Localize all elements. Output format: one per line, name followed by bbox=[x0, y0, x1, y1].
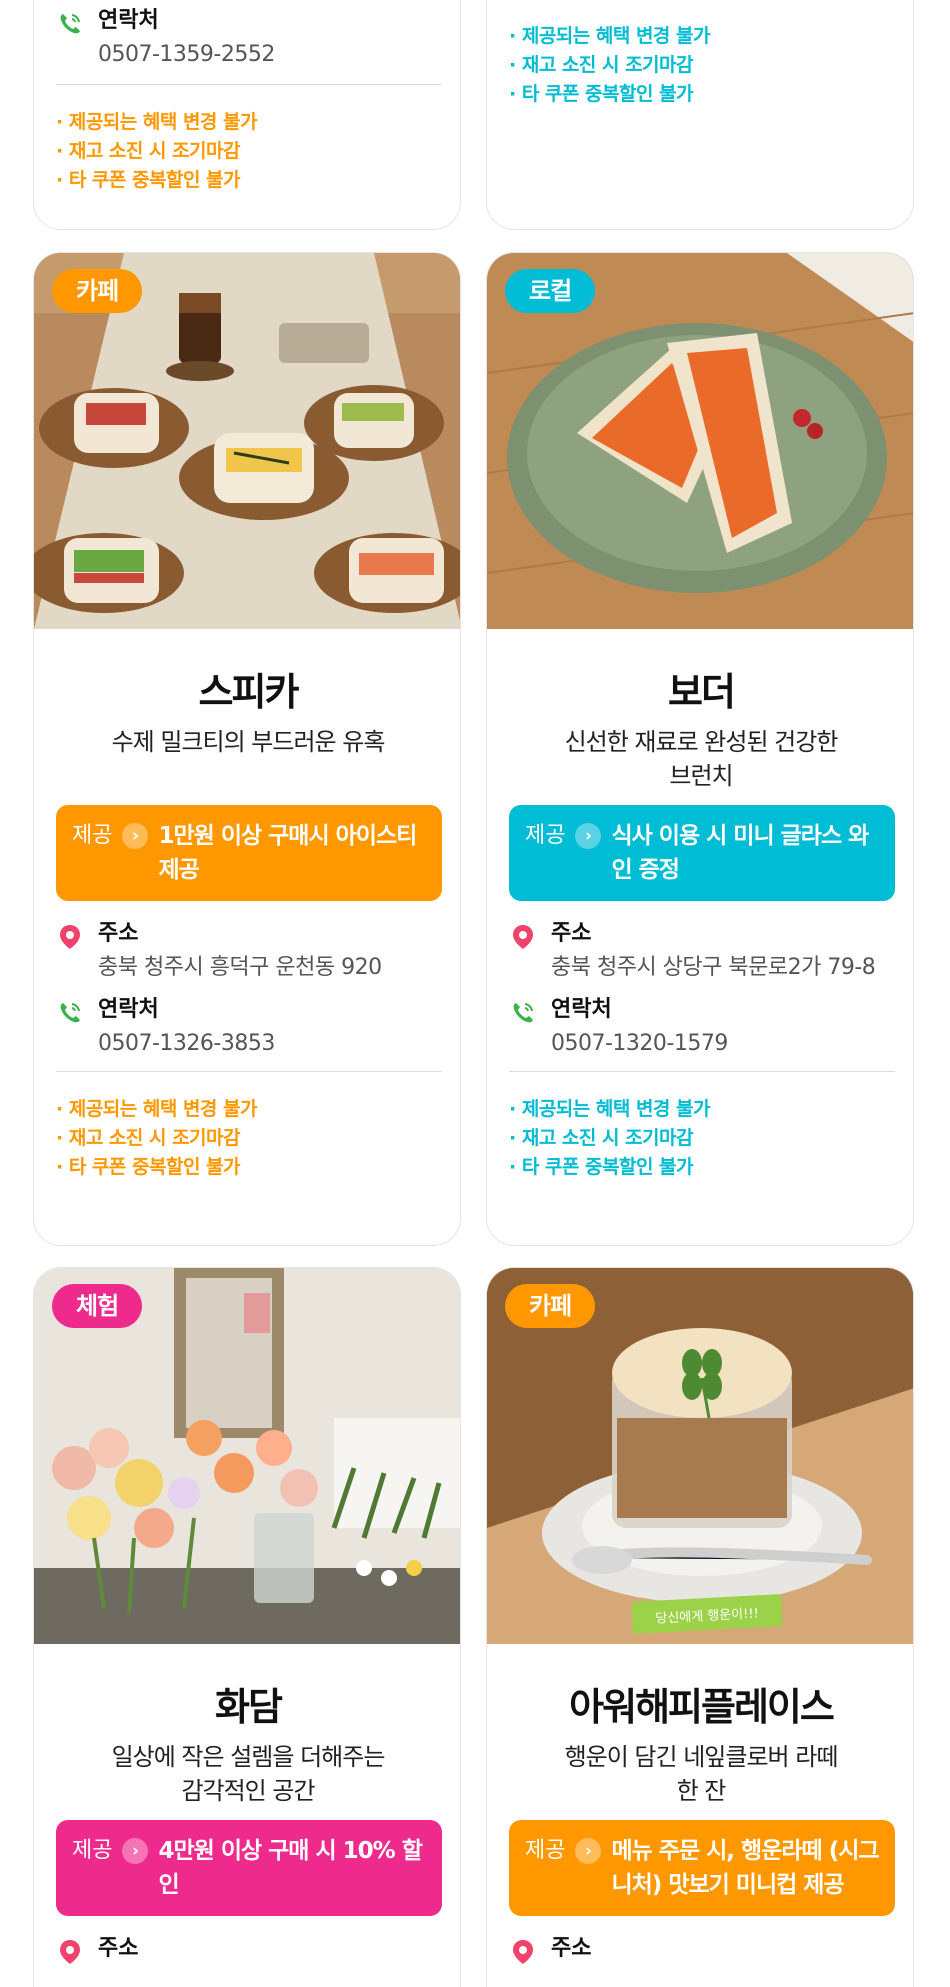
contact-label: 연락처 bbox=[98, 997, 159, 1022]
store-card-spica[interactable]: 카페 스피카 수제 밀크티의 부드러운 유혹 제공 › 1만원 이상 구매시 아… bbox=[33, 252, 461, 1246]
category-tag: 체험 bbox=[52, 1284, 143, 1328]
offer-text: 식사 이용 시 미니 글라스 와인 증정 bbox=[611, 823, 869, 883]
offer-text: 메뉴 주문 시, 행운라떼 (시그니처) 맛보기 미니컵 제공 bbox=[611, 1838, 879, 1898]
store-name: 보더 bbox=[668, 670, 736, 714]
store-name: 스피카 bbox=[198, 670, 300, 714]
note-item: · 타 쿠폰 중복할인 불가 bbox=[509, 1156, 694, 1178]
divider bbox=[56, 1071, 442, 1072]
notes-list: · 제공되는 혜택 변경 불가 · 재고 소진 시 조기마감 · 타 쿠폰 중복… bbox=[56, 1095, 442, 1182]
contact-label: 연락처 bbox=[98, 8, 159, 33]
offer-label: 제공 bbox=[525, 1838, 566, 1863]
store-card-top-left[interactable]: 연락처 0507-1359-2552 · 제공되는 혜택 변경 불가 · 재고 … bbox=[33, 0, 461, 230]
divider bbox=[56, 84, 442, 85]
location-pin-icon bbox=[60, 925, 80, 949]
note-item: · 제공되는 혜택 변경 불가 bbox=[56, 1098, 257, 1120]
store-card-hwadam[interactable]: 체험 화담 일상에 작은 설렘을 더해주는 감각적인 공간 제공 › 4만원 이… bbox=[33, 1267, 461, 1987]
store-card-top-right[interactable]: · 제공되는 혜택 변경 불가 · 재고 소진 시 조기마감 · 타 쿠폰 중복… bbox=[486, 0, 914, 230]
store-name: 화담 bbox=[215, 1685, 283, 1729]
address-label: 주소 bbox=[551, 1936, 592, 1961]
note-item: · 제공되는 혜택 변경 불가 bbox=[56, 111, 257, 133]
note-item: · 제공되는 혜택 변경 불가 bbox=[509, 1098, 710, 1120]
address-value: 충북 청주시 흥덕구 운천동 920 bbox=[98, 955, 382, 980]
offer-text: 1만원 이상 구매시 아이스티 제공 bbox=[158, 823, 417, 883]
contact-label: 연락처 bbox=[551, 997, 612, 1022]
category-tag: 로컬 bbox=[505, 269, 596, 313]
phone-number[interactable]: 0507-1320-1579 bbox=[551, 1029, 728, 1059]
note-item: · 재고 소진 시 조기마감 bbox=[509, 54, 694, 76]
location-pin-icon bbox=[513, 925, 533, 949]
phone-icon bbox=[60, 14, 80, 34]
store-description: 수제 밀크티의 부드러운 유혹 bbox=[111, 728, 386, 756]
phone-icon bbox=[60, 1003, 80, 1023]
store-description: 일상에 작은 설렘을 더해주는 감각적인 공간 bbox=[111, 1743, 386, 1805]
note-item: · 재고 소진 시 조기마감 bbox=[56, 1127, 241, 1149]
location-pin-icon bbox=[513, 1940, 533, 1964]
note-item: · 타 쿠폰 중복할인 불가 bbox=[509, 83, 694, 105]
offer-text: 4만원 이상 구매 시 10% 할인 bbox=[158, 1838, 422, 1898]
offer-banner[interactable]: 제공 › 1만원 이상 구매시 아이스티 제공 bbox=[56, 805, 442, 901]
page: 연락처 0507-1359-2552 · 제공되는 혜택 변경 불가 · 재고 … bbox=[0, 0, 950, 1987]
store-description: 행운이 담긴 네잎클로버 라떼 한 잔 bbox=[564, 1743, 839, 1805]
chevron-right-icon: › bbox=[575, 823, 602, 849]
store-card-border[interactable]: 로컬 보더 신선한 재료로 완성된 건강한 브런치 제공 › 식사 이용 시 미… bbox=[486, 252, 914, 1246]
address-label: 주소 bbox=[551, 921, 592, 946]
category-tag: 카페 bbox=[52, 269, 143, 313]
note-item: · 제공되는 혜택 변경 불가 bbox=[509, 25, 710, 47]
divider bbox=[509, 1071, 895, 1072]
note-item: · 재고 소진 시 조기마감 bbox=[56, 140, 241, 162]
store-description: 신선한 재료로 완성된 건강한 브런치 bbox=[564, 728, 839, 790]
address-label: 주소 bbox=[98, 921, 139, 946]
note-item: · 타 쿠폰 중복할인 불가 bbox=[56, 169, 241, 191]
store-name: 아워해피플레이스 bbox=[569, 1685, 835, 1729]
note-item: · 재고 소진 시 조기마감 bbox=[509, 1127, 694, 1149]
offer-banner[interactable]: 제공 › 메뉴 주문 시, 행운라떼 (시그니처) 맛보기 미니컵 제공 bbox=[509, 1820, 895, 1916]
address-label: 주소 bbox=[98, 1936, 139, 1961]
notes-list: · 제공되는 혜택 변경 불가 · 재고 소진 시 조기마감 · 타 쿠폰 중복… bbox=[509, 22, 895, 109]
offer-label: 제공 bbox=[72, 823, 113, 848]
notes-list: · 제공되는 혜택 변경 불가 · 재고 소진 시 조기마감 · 타 쿠폰 중복… bbox=[509, 1095, 895, 1182]
chevron-right-icon: › bbox=[122, 1838, 149, 1864]
category-tag: 카페 bbox=[505, 1284, 596, 1328]
notes-list: · 제공되는 혜택 변경 불가 · 재고 소진 시 조기마감 · 타 쿠폰 중복… bbox=[56, 108, 442, 195]
phone-icon bbox=[513, 1003, 533, 1023]
chevron-right-icon: › bbox=[122, 823, 149, 849]
note-item: · 타 쿠폰 중복할인 불가 bbox=[56, 1156, 241, 1178]
store-card-our-happy-place[interactable]: 당신에게 행운이!!! 카페 아워해피플레이스 행운이 담긴 네잎클로버 라떼 … bbox=[486, 1267, 914, 1987]
location-pin-icon bbox=[60, 1940, 80, 1964]
offer-banner[interactable]: 제공 › 4만원 이상 구매 시 10% 할인 bbox=[56, 1820, 442, 1916]
phone-number[interactable]: 0507-1359-2552 bbox=[98, 40, 275, 70]
offer-banner[interactable]: 제공 › 식사 이용 시 미니 글라스 와인 증정 bbox=[509, 805, 895, 901]
offer-label: 제공 bbox=[525, 823, 566, 848]
phone-number[interactable]: 0507-1326-3853 bbox=[98, 1029, 275, 1059]
chevron-right-icon: › bbox=[575, 1838, 602, 1864]
offer-label: 제공 bbox=[72, 1838, 113, 1863]
address-value: 충북 청주시 상당구 북문로2가 79-8 bbox=[551, 955, 876, 980]
